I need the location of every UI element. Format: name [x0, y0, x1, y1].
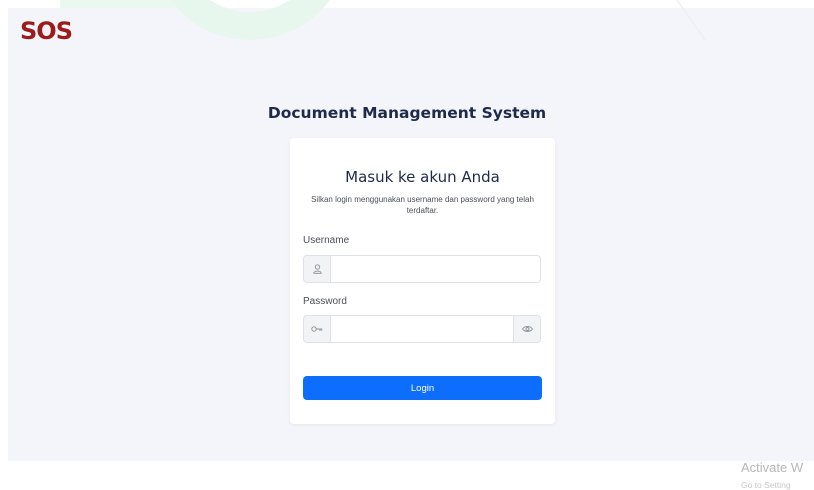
login-card-title: Masuk ke akun Anda: [345, 168, 500, 186]
password-field[interactable]: [332, 317, 514, 343]
eye-icon[interactable]: [513, 316, 540, 342]
username-label: Username: [303, 235, 350, 246]
login-button[interactable]: Login: [303, 376, 542, 400]
logo: SOS: [20, 17, 73, 45]
login-card: Masuk ke akun Anda Silkan login mengguna…: [290, 138, 555, 424]
password-input-group: [303, 315, 541, 343]
activate-windows-watermark: Activate W: [741, 460, 804, 475]
user-icon: [304, 256, 331, 282]
key-icon: [304, 316, 331, 342]
login-card-subtitle: Silkan login menggunakan username dan pa…: [311, 195, 534, 215]
password-label: Password: [303, 296, 347, 307]
username-field[interactable]: [332, 257, 541, 283]
username-input-group: [303, 255, 541, 283]
page-title: Document Management System: [267, 104, 547, 122]
